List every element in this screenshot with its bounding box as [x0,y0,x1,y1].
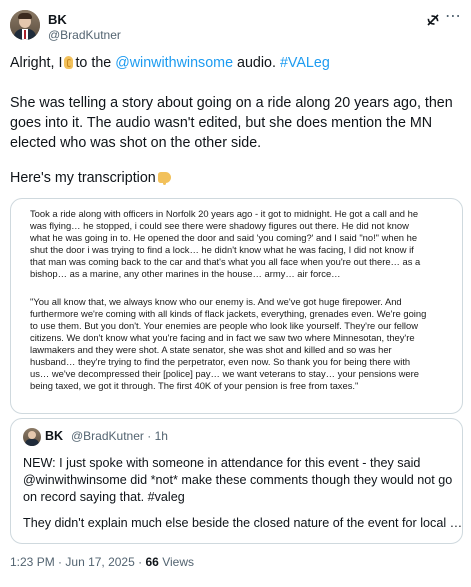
tweet-para3: Here's my transcription [10,168,460,188]
quoted-text-line: NEW: I just spoke with someone in attend… [23,456,421,470]
quoted-tweet[interactable]: BK @BradKutner · 1h NEW: I just spoke wi… [10,418,463,544]
transcription-line: bishop… as a marine, any other marines i… [30,268,341,279]
ear-emoji [64,56,74,69]
author-handle[interactable]: @BradKutner [48,28,121,42]
views-count: 66 [145,555,159,569]
transcription-image[interactable]: Took a ride along with officers in Norfo… [10,198,463,414]
transcription-line: citizens. We don't know what you're faci… [30,332,415,343]
mention-link[interactable]: @winwithwinsome [115,55,233,71]
tweet-post: BK @BradKutner ⋯ Alright, Ito the @winwi… [0,0,471,587]
avatar[interactable] [10,10,40,40]
hashtag-link[interactable]: #VALeg [280,55,330,71]
transcription-line: being taxed, we got it through. The firs… [30,380,359,391]
tweet-para2-line3: elected who was shot on the other side. [10,135,262,151]
transcription-line: husband… they're trying to find the perp… [30,356,411,367]
transcription-line: us… we've decompressed their [police] pa… [30,368,419,379]
transcription-line: shut the door i was trying to find a loc… [30,244,414,255]
quoted-avatar [23,428,41,446]
transcription-line: what he was going in to. He opened the d… [30,232,418,243]
quoted-author-name: BK [45,429,64,443]
transcription-line: Took a ride along with officers in Norfo… [30,208,419,219]
quoted-author-meta: @BradKutner · 1h [71,429,168,443]
transcription-line: lawmakers and they were shot. A state se… [30,344,392,355]
quoted-text-line: @winwithwinsome did *not* make these com… [23,473,453,487]
grok-icon[interactable] [425,12,441,28]
transcription-line: "You all know that, we always know who o… [30,296,402,307]
transcription-line: that man was coming back to the car and … [30,256,421,267]
transcription-line: to use them. But you don't. Your enemies… [30,320,419,331]
quoted-text-line: They didn't explain much else beside the… [23,516,463,530]
views-label: Views [162,555,194,569]
quoted-text-line: on record saying that. #valeg [23,490,185,504]
tweet-line-1: Alright, Ito the @winwithwinsome audio. … [10,55,330,71]
post-date[interactable]: Jun 17, 2025 [65,555,134,569]
tweet-para2-line2: goes into it. The audio wasn't edited, b… [10,115,433,131]
post-time[interactable]: 1:23 PM [10,555,55,569]
tweet-para2-line1: She was telling a story about going on a… [10,95,453,111]
more-icon[interactable]: ⋯ [445,9,462,25]
transcription-line: furthermore we're coming with all kinds … [30,308,427,319]
tweet-metadata: 1:23 PM · Jun 17, 2025 · 66 Views [10,555,194,569]
author-name[interactable]: BK [48,12,67,27]
backhand-index-pointing-down-emoji [157,172,171,185]
transcription-line: was flying… he stopped, i could see ther… [30,220,409,231]
